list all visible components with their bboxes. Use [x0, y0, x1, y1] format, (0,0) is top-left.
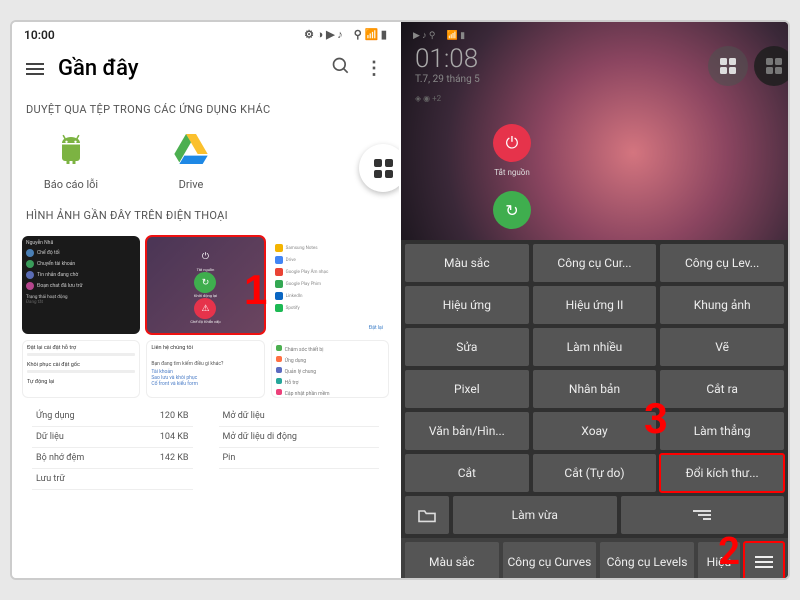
lock-date: T.7, 29 tháng 5 [415, 74, 480, 85]
grid-fab-dark[interactable] [754, 46, 788, 86]
annotation-2: 2 [718, 530, 740, 574]
card-title: Liên hệ chúng tôi [151, 345, 259, 351]
status-bar: 10:00 ⚙ ◑ ▶ ♪ ⚲ 📶 ▮ [12, 22, 399, 48]
right-screenshot: ▶ ♪ ⚲ 📶 ▮ 01:08 T.7, 29 tháng 5 ◈ ◉ +2 ⏻… [401, 22, 788, 578]
editor-preview: ▶ ♪ ⚲ 📶 ▮ 01:08 T.7, 29 tháng 5 ◈ ◉ +2 ⏻… [401, 22, 788, 240]
app-label: Báo cáo lỗi [44, 178, 98, 191]
item: Ứng dụng [285, 358, 306, 364]
restart-icon: ↻ [493, 191, 531, 229]
thumbnail-5[interactable]: Liên hệ chúng tôi Bạn đang tìm kiếm điều… [146, 340, 264, 398]
list-item[interactable]: Bộ nhớ đệm142 KB [32, 448, 193, 469]
search-icon[interactable] [331, 56, 351, 81]
tool-text[interactable]: Văn bản/Hìn... [405, 412, 529, 450]
menu-icon[interactable] [26, 63, 44, 75]
list-item[interactable]: Pin [219, 448, 380, 469]
lock-time: 01:08 [415, 44, 478, 74]
tool-frame[interactable]: Khung ảnh [660, 286, 784, 324]
status-icons: ⚙ ◑ ▶ ♪ ⚲ 📶 ▮ [304, 28, 387, 42]
tool-straighten[interactable]: Làm thẳng [660, 412, 784, 450]
tool-pixel[interactable]: Pixel [405, 370, 529, 408]
folder-button[interactable] [405, 496, 449, 534]
list-item[interactable]: Mở dữ liệu di động [219, 427, 380, 448]
tool-levels[interactable]: Công cụ Lev... [660, 244, 784, 282]
thumbnail-6[interactable]: Chăm sóc thiết bị Ứng dụng Quản lý chung… [271, 340, 389, 398]
more-icon[interactable]: ⋮ [365, 58, 385, 79]
app-row: Báo cáo lỗi Drive [12, 126, 399, 201]
link: Cổ front và kiểu form [151, 381, 259, 387]
mini-icons: ◈ ◉ +2 [415, 94, 441, 103]
menu-icon [755, 556, 773, 568]
item: Chăm sóc thiết bị [285, 347, 324, 353]
sort-button[interactable] [621, 496, 785, 534]
power-column: ⏻ Tắt nguồn ↻ [493, 124, 531, 229]
item: Quản lý chung [285, 369, 316, 375]
tool-freecrop[interactable]: Cắt (Tự do) [533, 454, 657, 492]
tool-cutout[interactable]: Cắt ra [660, 370, 784, 408]
emergency-icon: ⚠ [194, 298, 216, 319]
power-off-label: Tắt nguồn [494, 168, 530, 177]
card-title: Tự động lại [27, 379, 135, 385]
bottom-color[interactable]: Màu sắc [405, 542, 499, 578]
bottom-levels[interactable]: Công cụ Levels [600, 542, 694, 578]
list-item[interactable]: Ứng dụng120 KB [32, 406, 193, 427]
tool-effect2[interactable]: Hiệu ứng II [533, 286, 657, 324]
bottom-curves[interactable]: Công cụ Curves [503, 542, 597, 578]
tool-fix[interactable]: Sửa [405, 328, 529, 366]
tool-clone[interactable]: Nhân bản [533, 370, 657, 408]
grid-view-fab[interactable] [359, 144, 399, 192]
tool-color[interactable]: Màu sắc [405, 244, 529, 282]
thumbnail-4[interactable]: Đặt lại cài đặt hỗ trợ Khôi phục cài đặt… [22, 340, 140, 398]
section-recent-images: HÌNH ẢNH GẦN ĐÂY TRÊN ĐIỆN THOẠI [12, 201, 399, 232]
tool-rotate[interactable]: Xoay [533, 412, 657, 450]
tool-fit[interactable]: Làm vừa [453, 496, 617, 534]
tool-draw[interactable]: Vẽ [660, 328, 784, 366]
app-label: Drive [179, 178, 204, 191]
power-off-icon: ⏻ [493, 124, 531, 162]
drive-icon [168, 126, 214, 172]
bottom-list-left: Ứng dụng120 KB Dữ liệu104 KB Bộ nhớ đệm1… [22, 402, 203, 490]
annotation-1: 1 [244, 266, 267, 314]
emergency-label: Chế độ Khẩn cấp [190, 319, 220, 324]
status-icons: ▶ ♪ ⚲ 📶 ▮ [413, 30, 465, 41]
app-bug-report[interactable]: Báo cáo lỗi [36, 126, 106, 191]
tool-grid: Màu sắc Công cụ Cur... Công cụ Lev... Hi… [401, 240, 788, 496]
status-time: 10:00 [24, 28, 55, 42]
tool-resize-selected[interactable]: Đổi kích thư... [660, 454, 784, 492]
bottom-menu-selected[interactable] [744, 542, 784, 578]
card-title: Khôi phục cài đặt gốc [27, 362, 135, 368]
thumbnail-1[interactable]: Nguyễn Nhã Chế độ tối Chuyển tài khoản T… [22, 236, 140, 334]
item: Cập nhật phần mềm [285, 391, 330, 397]
list-item[interactable]: Mở dữ liệu [219, 406, 380, 427]
power-icon: ⏻ [194, 246, 216, 267]
card-subtitle: Bạn đang tìm kiếm điều gì khác? [151, 361, 259, 367]
card-title: Đặt lại cài đặt hỗ trợ [27, 345, 135, 351]
section-browse-apps: DUYỆT QUA TỆP TRONG CÁC ỨNG DỤNG KHÁC [12, 95, 399, 126]
list-item[interactable]: Dữ liệu104 KB [32, 427, 193, 448]
bottom-list-right: Mở dữ liệu Mở dữ liệu di động Pin [209, 402, 390, 490]
restart-icon: ↻ [194, 272, 216, 293]
thumbnail-grid: Nguyễn Nhã Chế độ tối Chuyển tài khoản T… [12, 232, 399, 402]
tool-multi[interactable]: Làm nhiều [533, 328, 657, 366]
annotation-3: 3 [644, 395, 668, 444]
page-title: Gần đây [58, 56, 317, 81]
tool-curves[interactable]: Công cụ Cur... [533, 244, 657, 282]
app-header: Gần đây ⋮ [12, 48, 399, 95]
item: Hỗ trợ [285, 380, 299, 386]
left-screenshot: 10:00 ⚙ ◑ ▶ ♪ ⚲ 📶 ▮ Gần đây ⋮ DUYỆT QUA … [12, 22, 399, 578]
android-icon [48, 126, 94, 172]
app-drive[interactable]: Drive [156, 126, 226, 191]
tool-crop[interactable]: Cắt [405, 454, 529, 492]
thumbnail-3[interactable]: Samsung Notes Drive Google Play Âm nhạc … [271, 236, 389, 334]
tool-effect[interactable]: Hiệu ứng [405, 286, 529, 324]
list-item[interactable]: Lưu trữ [32, 469, 193, 490]
grid-fab-overlay[interactable] [708, 46, 748, 86]
